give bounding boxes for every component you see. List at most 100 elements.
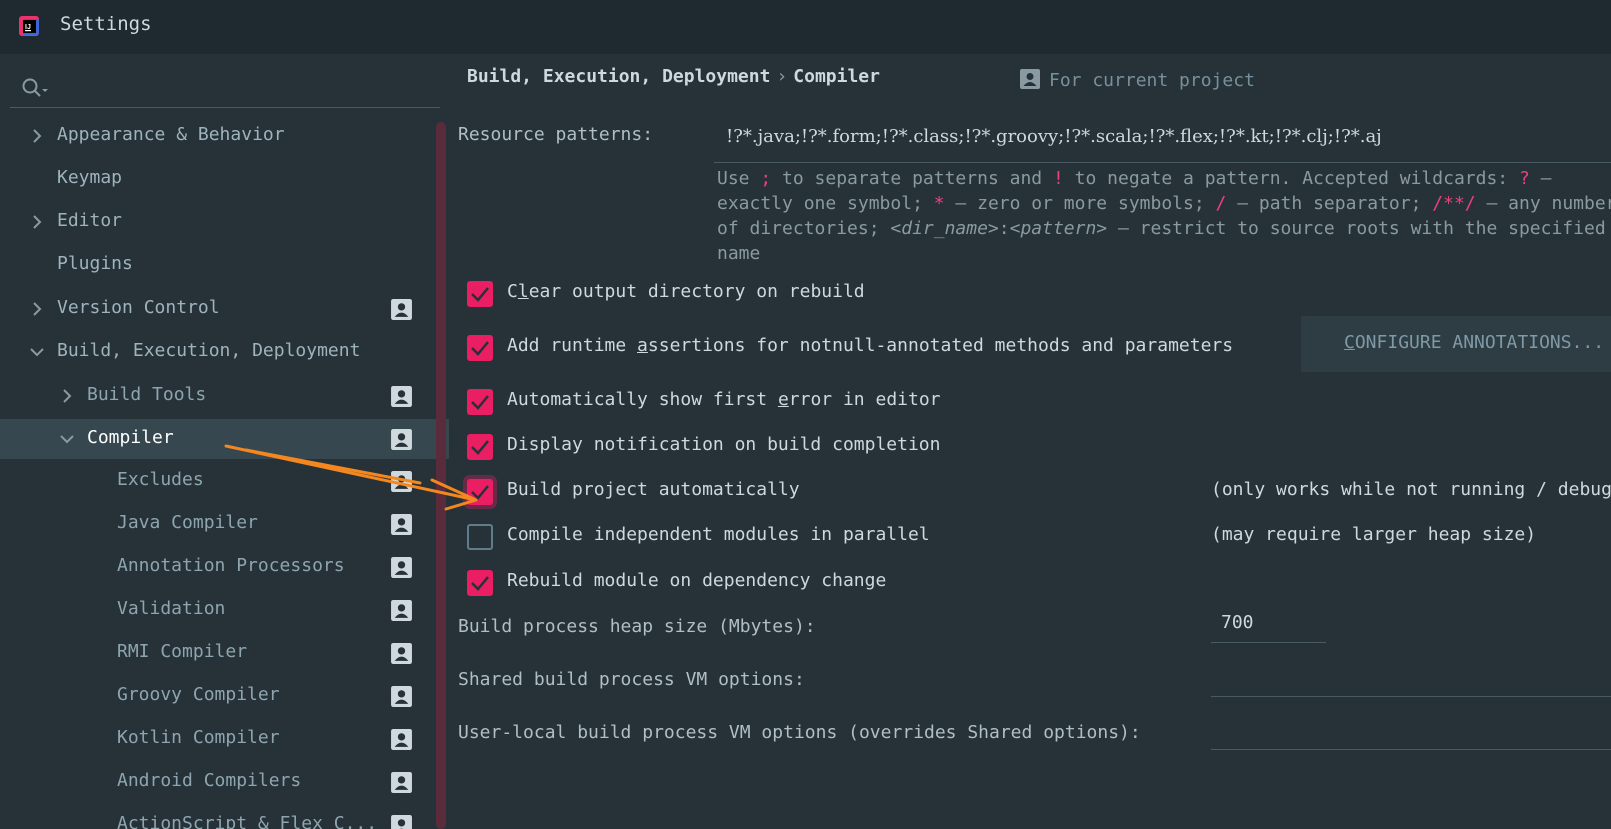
- settings-sidebar: Appearance & Behavior Keymap Editor Plugins…: [0, 54, 449, 829]
- chevron-down-icon[interactable]: [57, 429, 77, 449]
- checkbox-unchecked[interactable]: [467, 524, 493, 550]
- sidebar-item-label: Plugins: [57, 253, 133, 274]
- chevron-right-icon[interactable]: [27, 299, 47, 319]
- scope-text: For current project: [1049, 70, 1255, 91]
- option-label[interactable]: Automatically show first error in editor: [507, 389, 941, 410]
- chevron-right-icon[interactable]: [57, 386, 77, 406]
- sidebar-item-label: Compiler: [87, 427, 174, 448]
- sidebar-item[interactable]: ActionScript & Flex C...: [0, 805, 449, 829]
- check-icon: [471, 395, 489, 410]
- breadcrumb-item[interactable]: Build, Execution, Deployment: [467, 66, 770, 87]
- sidebar-item[interactable]: Plugins: [0, 245, 449, 285]
- person-icon: [391, 600, 412, 621]
- sidebar-item[interactable]: RMI Compiler: [0, 633, 449, 673]
- sidebar-item[interactable]: Android Compilers: [0, 762, 449, 802]
- svg-text:IJ: IJ: [25, 24, 31, 31]
- sidebar-item-label: Validation: [117, 598, 226, 619]
- sidebar-item-label: Kotlin Compiler: [117, 727, 280, 748]
- shared-vm-options-input[interactable]: [1211, 660, 1611, 697]
- settings-search-input[interactable]: [10, 67, 440, 108]
- sidebar-item[interactable]: Compiler: [0, 419, 449, 459]
- person-icon: [391, 815, 412, 829]
- sidebar-item[interactable]: Version Control: [0, 289, 449, 329]
- user-vm-options-label: User-local build process VM options (ove…: [458, 722, 1141, 743]
- heap-size-input[interactable]: 700: [1211, 606, 1326, 643]
- sidebar-item[interactable]: Appearance & Behavior: [0, 116, 449, 156]
- sidebar-item-label: Annotation Processors: [117, 555, 345, 576]
- sidebar-item[interactable]: Validation: [0, 590, 449, 630]
- check-icon: [471, 440, 489, 455]
- sidebar-item[interactable]: Keymap: [0, 159, 449, 199]
- person-icon: [391, 429, 412, 450]
- window-title: Settings: [60, 13, 152, 35]
- checkbox-checked[interactable]: [467, 389, 493, 415]
- intellij-logo-icon: IJ: [19, 16, 39, 36]
- check-icon: [471, 341, 489, 356]
- sidebar-item-label: Build Tools: [87, 384, 207, 405]
- checkbox-checked[interactable]: [467, 479, 493, 505]
- option-label[interactable]: Compile independent modules in parallel: [507, 524, 930, 545]
- sidebar-item[interactable]: Build, Execution, Deployment: [0, 332, 449, 372]
- checkbox-checked[interactable]: [467, 335, 493, 361]
- sidebar-item-label: Appearance & Behavior: [57, 124, 285, 145]
- heap-size-label: Build process heap size (Mbytes):: [458, 616, 816, 637]
- compiler-settings-panel: Build, Execution, Deployment › Compiler Fo…: [449, 54, 1611, 829]
- sidebar-item[interactable]: Build Tools: [0, 376, 449, 416]
- option-label[interactable]: Add runtime assertions for notnull-annot…: [507, 335, 1233, 356]
- resource-patterns-value: !?*.java;!?*.form;!?*.class;!?*.groovy;!…: [726, 126, 1382, 147]
- user-vm-options-input[interactable]: [1211, 713, 1611, 750]
- sidebar-item-label: Excludes: [117, 469, 204, 490]
- option-label[interactable]: Display notification on build completion: [507, 434, 940, 455]
- check-icon: [471, 287, 489, 302]
- person-icon: [391, 471, 412, 492]
- project-scope-label: For current project: [1019, 68, 1255, 91]
- sidebar-item-label: Build, Execution, Deployment: [57, 340, 361, 361]
- person-icon: [391, 729, 412, 750]
- chevron-down-icon[interactable]: [27, 342, 47, 362]
- checkbox-checked[interactable]: [467, 281, 493, 307]
- resource-patterns-label: Resource patterns:: [458, 124, 654, 145]
- chevron-right-icon[interactable]: [27, 212, 47, 232]
- search-icon[interactable]: [20, 76, 50, 100]
- person-icon: [1020, 69, 1040, 89]
- person-icon: [391, 514, 412, 535]
- shared-vm-options-label: Shared build process VM options:: [458, 669, 805, 690]
- option-label[interactable]: Build project automatically: [507, 479, 800, 500]
- sidebar-item-label: Keymap: [57, 167, 123, 188]
- sidebar-item[interactable]: Editor: [0, 202, 449, 242]
- resource-patterns-help: Use ; to separate patterns and ! to nega…: [717, 166, 1611, 266]
- check-icon: [471, 485, 489, 500]
- sidebar-scrollbar[interactable]: [436, 122, 446, 829]
- sidebar-item[interactable]: Kotlin Compiler: [0, 719, 449, 759]
- option-label[interactable]: Rebuild module on dependency change: [507, 570, 886, 591]
- sidebar-item[interactable]: Groovy Compiler: [0, 676, 449, 716]
- sidebar-item-label: Editor: [57, 210, 123, 231]
- help-line: of directories; <dir_name>:<pattern> — r…: [717, 218, 1606, 239]
- breadcrumb: Build, Execution, Deployment › Compiler: [467, 66, 880, 87]
- person-icon: [391, 643, 412, 664]
- option-note: (may require larger heap size): [1211, 524, 1537, 545]
- check-icon: [471, 576, 489, 591]
- title-bar: IJ Settings: [0, 0, 1611, 54]
- person-icon: [391, 557, 412, 578]
- breadcrumb-item: Compiler: [793, 66, 880, 87]
- heap-size-value: 700: [1221, 612, 1254, 633]
- help-line: exactly one symbol; * — zero or more sym…: [717, 193, 1611, 214]
- option-label[interactable]: Clear output directory on rebuild: [507, 281, 865, 302]
- checkbox-checked[interactable]: [467, 570, 493, 596]
- sidebar-item-label: Java Compiler: [117, 512, 258, 533]
- sidebar-item-label: Version Control: [57, 297, 220, 318]
- person-icon: [391, 686, 412, 707]
- person-icon: [391, 386, 412, 407]
- sidebar-item[interactable]: Annotation Processors: [0, 547, 449, 587]
- resource-patterns-input[interactable]: !?*.java;!?*.form;!?*.class;!?*.groovy;!…: [714, 124, 1611, 163]
- sidebar-item-label: ActionScript & Flex C...: [117, 813, 378, 829]
- sidebar-item[interactable]: Java Compiler: [0, 504, 449, 544]
- checkbox-checked[interactable]: [467, 434, 493, 460]
- sidebar-item[interactable]: Excludes: [0, 461, 449, 501]
- chevron-right-icon[interactable]: [27, 126, 47, 146]
- help-line: name: [717, 243, 761, 264]
- person-icon: [391, 772, 412, 793]
- sidebar-item-label: Groovy Compiler: [117, 684, 280, 705]
- configure-annotations-button[interactable]: CONFIGURE ANNOTATIONS...: [1301, 316, 1611, 372]
